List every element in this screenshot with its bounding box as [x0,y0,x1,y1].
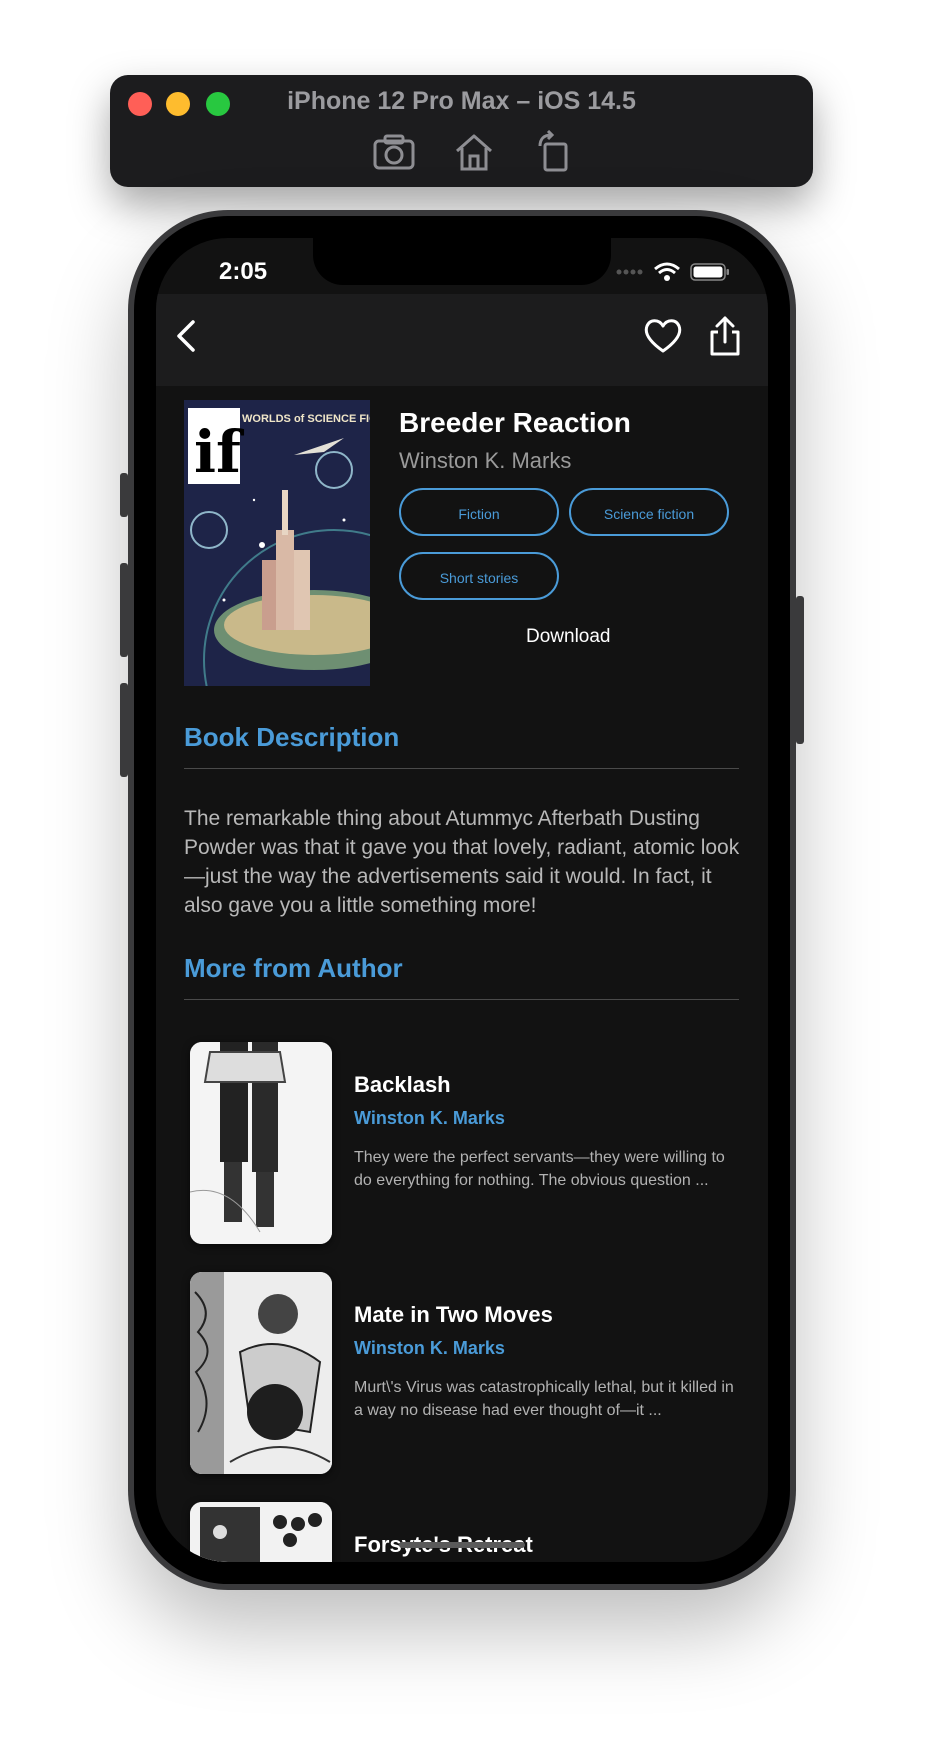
book-author[interactable]: Winston K. Marks [399,448,571,474]
book-thumbnail[interactable] [190,1272,332,1474]
volume-down-button [120,683,128,777]
book-thumbnail[interactable] [190,1042,332,1244]
list-item[interactable]: Backlash Winston K. Marks They were the … [190,1042,750,1246]
related-book-title: Backlash [354,1072,451,1097]
related-book-description: Murt\'s Virus was catastrophically letha… [354,1379,734,1419]
power-button [796,596,804,744]
book-cover-image[interactable]: if WORLDS of SCIENCE FICTION [184,400,370,686]
silent-switch [120,473,128,517]
more-from-author-heading: More from Author [184,953,403,983]
book-description-heading: Book Description [184,722,400,752]
battery-icon [690,263,729,281]
volume-up-button [120,563,128,657]
svg-text:if: if [194,418,245,486]
camera-icon[interactable] [372,130,416,174]
home-indicator[interactable] [399,1542,525,1548]
tag-science-fiction[interactable]: Science fiction [569,488,729,536]
cover-text: WORLDS of SCIENCE FICTION [242,413,370,425]
home-icon[interactable] [452,130,496,174]
book-title: Breeder Reaction [399,407,631,438]
related-book-author[interactable]: Winston K. Marks [354,1338,505,1359]
simulator-toolbar: iPhone 12 Pro Max – iOS 14.5 [110,75,813,187]
divider [184,999,739,1000]
download-button[interactable]: Download [526,626,611,648]
status-time: 2:05 [219,258,268,285]
list-item[interactable]: Forsyte's Retreat [190,1502,750,1562]
share-icon[interactable] [703,314,747,358]
related-book-description: They were the perfect servants—they were… [354,1149,725,1189]
divider [184,768,739,769]
back-chevron-icon[interactable] [166,314,210,358]
rotate-icon[interactable] [532,130,576,174]
book-description-text: The remarkable thing about Atummyc After… [184,807,740,917]
favorite-heart-icon[interactable] [641,314,685,358]
tag-fiction[interactable]: Fiction [399,488,559,536]
related-book-author[interactable]: Winston K. Marks [354,1108,505,1129]
cellular-signal-icon [616,269,643,275]
tag-short-stories[interactable]: Short stories [399,552,559,600]
app-screen: 2:05 if WORLDS of SCIENCE FI Breeder Rea… [156,238,768,1562]
wifi-icon [654,262,680,281]
nav-bar [156,294,768,386]
notch [313,238,611,285]
related-book-title: Mate in Two Moves [354,1302,553,1327]
simulator-title: iPhone 12 Pro Max – iOS 14.5 [287,87,636,115]
book-thumbnail[interactable] [190,1502,332,1562]
list-item[interactable]: Mate in Two Moves Winston K. Marks Murt\… [190,1272,750,1476]
